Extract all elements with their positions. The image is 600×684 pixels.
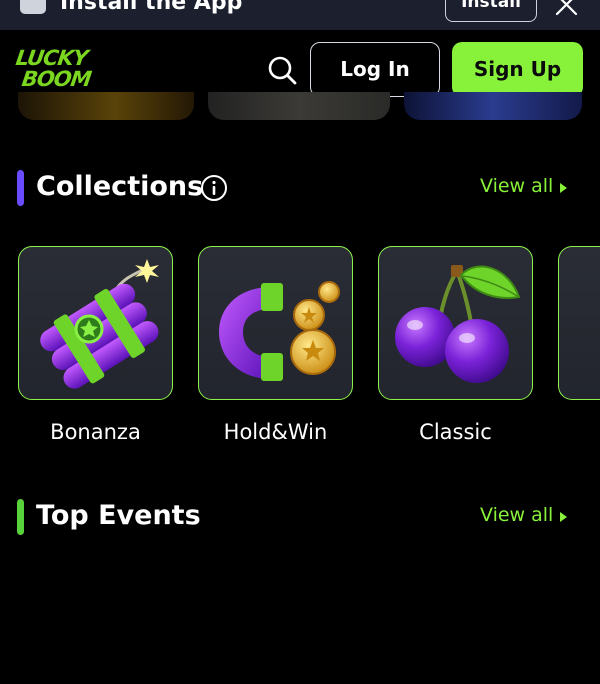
install-app-banner: Install the App Install (0, 0, 600, 30)
collection-label: Hold&Win (223, 420, 328, 444)
collection-tile-partial[interactable] (558, 246, 600, 400)
view-all-link[interactable]: View all (480, 175, 553, 197)
search-icon[interactable] (266, 54, 298, 86)
site-header: LUCKY BOOM Log In Sign Up (0, 30, 600, 100)
collection-label: Bonanza (50, 420, 141, 444)
promo-banner[interactable] (18, 92, 194, 120)
section-accent-bar (17, 170, 24, 206)
view-all-link[interactable]: View all (480, 504, 553, 526)
dynamite-icon (40, 259, 159, 389)
lucky-boom-logo[interactable]: LUCKY BOOM (14, 46, 92, 94)
magnet-coins-icon (219, 281, 340, 381)
section-title: Top Events (36, 500, 201, 531)
section-accent-bar (17, 499, 24, 535)
close-icon[interactable] (552, 0, 582, 20)
signup-button[interactable]: Sign Up (452, 42, 583, 97)
collections-header: Collections View all (0, 168, 600, 208)
install-button[interactable]: Install (445, 0, 537, 22)
install-banner-title: Install the App (60, 0, 243, 15)
cherries-icon (395, 265, 521, 383)
chevron-right-icon[interactable] (560, 512, 567, 522)
login-button[interactable]: Log In (310, 42, 440, 97)
collection-tile-bonanza[interactable] (18, 246, 173, 400)
collection-tile-hold-and-win[interactable] (198, 246, 353, 400)
top-events-header: Top Events View all (0, 497, 600, 537)
app-icon (20, 0, 46, 14)
promo-banner[interactable] (404, 92, 582, 120)
chevron-right-icon[interactable] (560, 183, 567, 193)
info-icon[interactable] (200, 174, 228, 202)
section-title: Collections (36, 171, 204, 202)
logo-line-2: BOOM (20, 67, 93, 91)
collection-label: Classic (419, 420, 492, 444)
collection-tile-classic[interactable] (378, 246, 533, 400)
promo-banner[interactable] (208, 92, 390, 120)
